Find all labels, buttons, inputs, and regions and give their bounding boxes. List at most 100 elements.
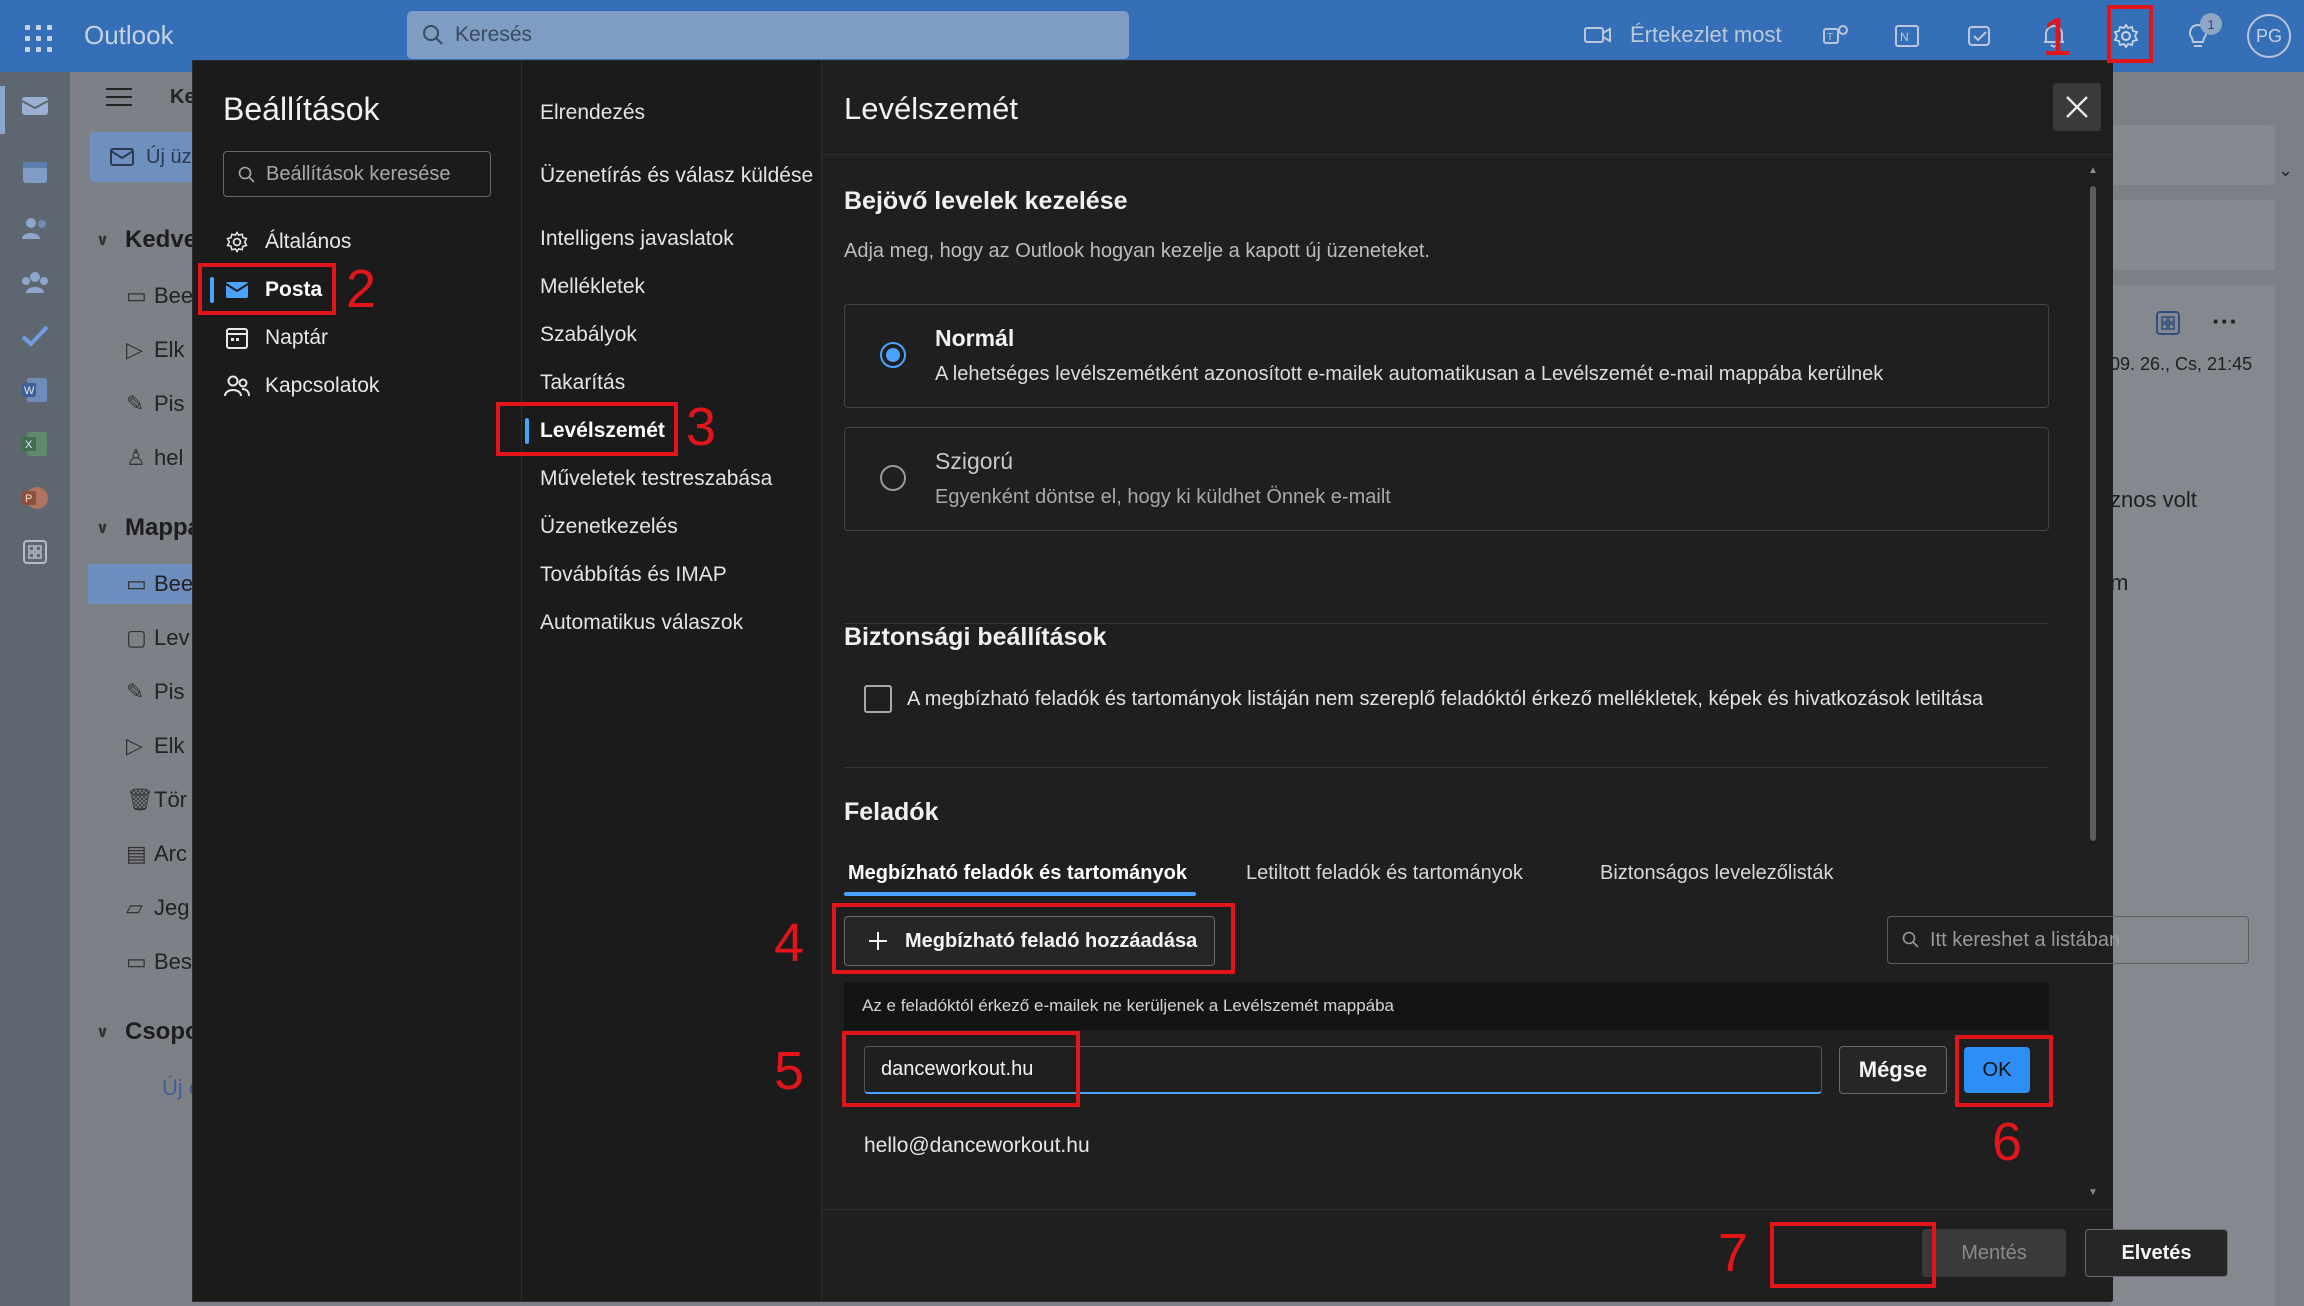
panel-title: Levélszemét: [844, 91, 1019, 126]
scroll-up-arrow-icon[interactable]: ▲: [2088, 165, 2098, 176]
block-attachments-checkbox[interactable]: [864, 685, 892, 713]
rail-word-icon[interactable]: W: [17, 372, 53, 408]
svg-text:T: T: [1827, 32, 1833, 43]
new-group-link[interactable]: Új c: [70, 1068, 200, 1108]
rail-calendar-icon[interactable]: [17, 154, 53, 190]
subcategory-customize-actions[interactable]: Műveletek testreszabása: [540, 467, 772, 491]
avatar[interactable]: PG: [2247, 14, 2291, 58]
annotation-box-5: [842, 1031, 1080, 1107]
svg-text:N: N: [1900, 30, 1909, 44]
mail-icon: [110, 148, 134, 166]
teams-icon[interactable]: T: [1818, 18, 1854, 54]
settings-search-input[interactable]: Beállítások keresése: [223, 151, 491, 197]
subcategory-attachments[interactable]: Mellékletek: [540, 275, 645, 299]
todo-icon[interactable]: [1962, 18, 1998, 54]
list-search-input[interactable]: Itt kereshet a listában: [1887, 916, 2249, 964]
discard-button[interactable]: Elvetés: [2085, 1229, 2228, 1277]
annotation-box-1: [2107, 5, 2153, 63]
folder-item[interactable]: ✎ Pis: [70, 672, 200, 712]
gear-icon: [223, 230, 251, 254]
incoming-section-header: Bejövő levelek kezelése: [844, 187, 1128, 215]
more-options-icon[interactable]: ···: [2212, 306, 2238, 337]
annotation-number-1: 1: [2042, 7, 2073, 67]
cancel-button[interactable]: Mégse: [1839, 1046, 1947, 1094]
option-strict-card[interactable]: Szigorú Egyenként döntse el, hogy ki kül…: [844, 427, 2049, 531]
category-contacts[interactable]: Kapcsolatok: [223, 366, 379, 406]
folders-header[interactable]: ∨ Mappá: [70, 508, 200, 548]
subcategory-message-handling[interactable]: Üzenetkezelés: [540, 515, 678, 539]
new-mail-label: Új üz: [146, 145, 192, 168]
folder-item[interactable]: ▤ Arc: [70, 834, 200, 874]
rail-people-icon[interactable]: [17, 210, 53, 246]
rail-groups-icon[interactable]: [17, 264, 53, 300]
subcategory-forwarding-imap[interactable]: Továbbítás és IMAP: [540, 563, 727, 587]
reading-pane-box: [2110, 200, 2275, 270]
rail-excel-icon[interactable]: X: [17, 426, 53, 462]
active-tab-underline: [844, 892, 1196, 896]
onenote-icon[interactable]: N: [1890, 18, 1926, 54]
folder-item-inbox-selected[interactable]: ▭ Bee: [88, 564, 200, 604]
calendar-icon: [223, 326, 251, 350]
favorite-item[interactable]: ✎ Pis: [70, 384, 200, 424]
groups-header[interactable]: ∨ Csopo: [70, 1012, 200, 1052]
chevron-down-icon: ∨: [96, 1024, 109, 1041]
pencil-icon: ✎: [126, 679, 145, 704]
favorite-item[interactable]: ♙ hel: [70, 438, 200, 478]
option-strict-title: Szigorú: [935, 448, 1013, 474]
annotation-box-3: [496, 402, 678, 456]
annotation-box-6: [1955, 1035, 2053, 1107]
subcategory-layout[interactable]: Elrendezés: [540, 101, 645, 125]
annotation-number-2: 2: [346, 259, 377, 319]
meet-now-button[interactable]: Értekezlet most: [1584, 22, 1782, 48]
annotation-number-3: 3: [686, 397, 717, 457]
option-normal-card[interactable]: Normál A lehetséges levélszemétként azon…: [844, 304, 2049, 408]
rail-active-indicator: [0, 86, 5, 134]
subcategory-sweep[interactable]: Takarítás: [540, 371, 625, 395]
category-general[interactable]: Általános: [223, 222, 351, 262]
subcategory-rules[interactable]: Szabályok: [540, 323, 637, 347]
radio-strict[interactable]: [880, 465, 906, 491]
app-launcher-icon[interactable]: [14, 14, 58, 58]
folder-item[interactable]: ▭ Bes: [70, 942, 200, 982]
rail-powerpoint-icon[interactable]: P: [17, 480, 53, 516]
subcategory-compose-reply[interactable]: Üzenetírás és válasz küldése: [540, 164, 813, 188]
folder-item[interactable]: ▢ Lev: [70, 618, 200, 658]
radio-normal[interactable]: [880, 342, 906, 368]
rail-todo-icon[interactable]: [17, 318, 53, 354]
category-calendar[interactable]: Naptár: [223, 318, 328, 358]
svg-text:X: X: [25, 439, 33, 451]
tab-blocked-senders[interactable]: Letiltott feladók és tartományok: [1246, 862, 1523, 885]
favorites-header[interactable]: ∨ Kedve: [70, 220, 200, 260]
senders-section-header: Feladók: [844, 798, 939, 826]
folder-item[interactable]: ▱ Jeg: [70, 888, 200, 928]
chevron-down-icon[interactable]: ⌄: [2278, 160, 2293, 181]
folder-icon: ▭: [126, 949, 147, 974]
tab-safe-senders[interactable]: Megbízható feladók és tartományok: [848, 862, 1187, 885]
hamburger-icon[interactable]: [104, 86, 134, 114]
favorite-item[interactable]: ▷ Elk: [70, 330, 200, 370]
safe-sender-list-item[interactable]: hello@danceworkout.hu: [864, 1134, 1090, 1158]
rail-mail-icon[interactable]: [17, 88, 53, 124]
favorite-item[interactable]: ▭ Bee: [70, 276, 200, 316]
subcategory-smart-suggestions[interactable]: Intelligens javaslatok: [540, 227, 734, 251]
tab-safe-mailing-lists[interactable]: Biztonságos levelezőlisták: [1600, 862, 1833, 885]
annotation-number-6: 6: [1992, 1112, 2023, 1172]
send-icon: ▷: [126, 337, 143, 362]
svg-text:P: P: [25, 493, 32, 505]
subcategory-automatic-replies[interactable]: Automatikus válaszok: [540, 611, 743, 635]
meet-now-label: Értekezlet most: [1630, 22, 1782, 47]
rail-more-apps-icon[interactable]: [17, 534, 53, 570]
option-normal-title: Normál: [935, 325, 1015, 351]
person-icon: ♙: [126, 445, 146, 470]
save-button[interactable]: Mentés: [1922, 1229, 2066, 1277]
annotation-number-4: 4: [774, 913, 805, 973]
scroll-down-arrow-icon[interactable]: ▼: [2088, 1187, 2098, 1198]
junk-folder-icon: ▢: [126, 625, 147, 650]
settings-dialog: Beállítások Beállítások keresése Általán…: [192, 60, 2249, 1302]
apps-grid-icon[interactable]: [2155, 310, 2181, 341]
scrollbar-thumb[interactable]: [2090, 186, 2096, 841]
global-search-box[interactable]: Keresés: [407, 11, 1129, 59]
folder-item[interactable]: ▷ Elk: [70, 726, 200, 766]
folder-item[interactable]: 🗑 Tör: [70, 780, 200, 820]
close-button[interactable]: [2053, 83, 2101, 131]
